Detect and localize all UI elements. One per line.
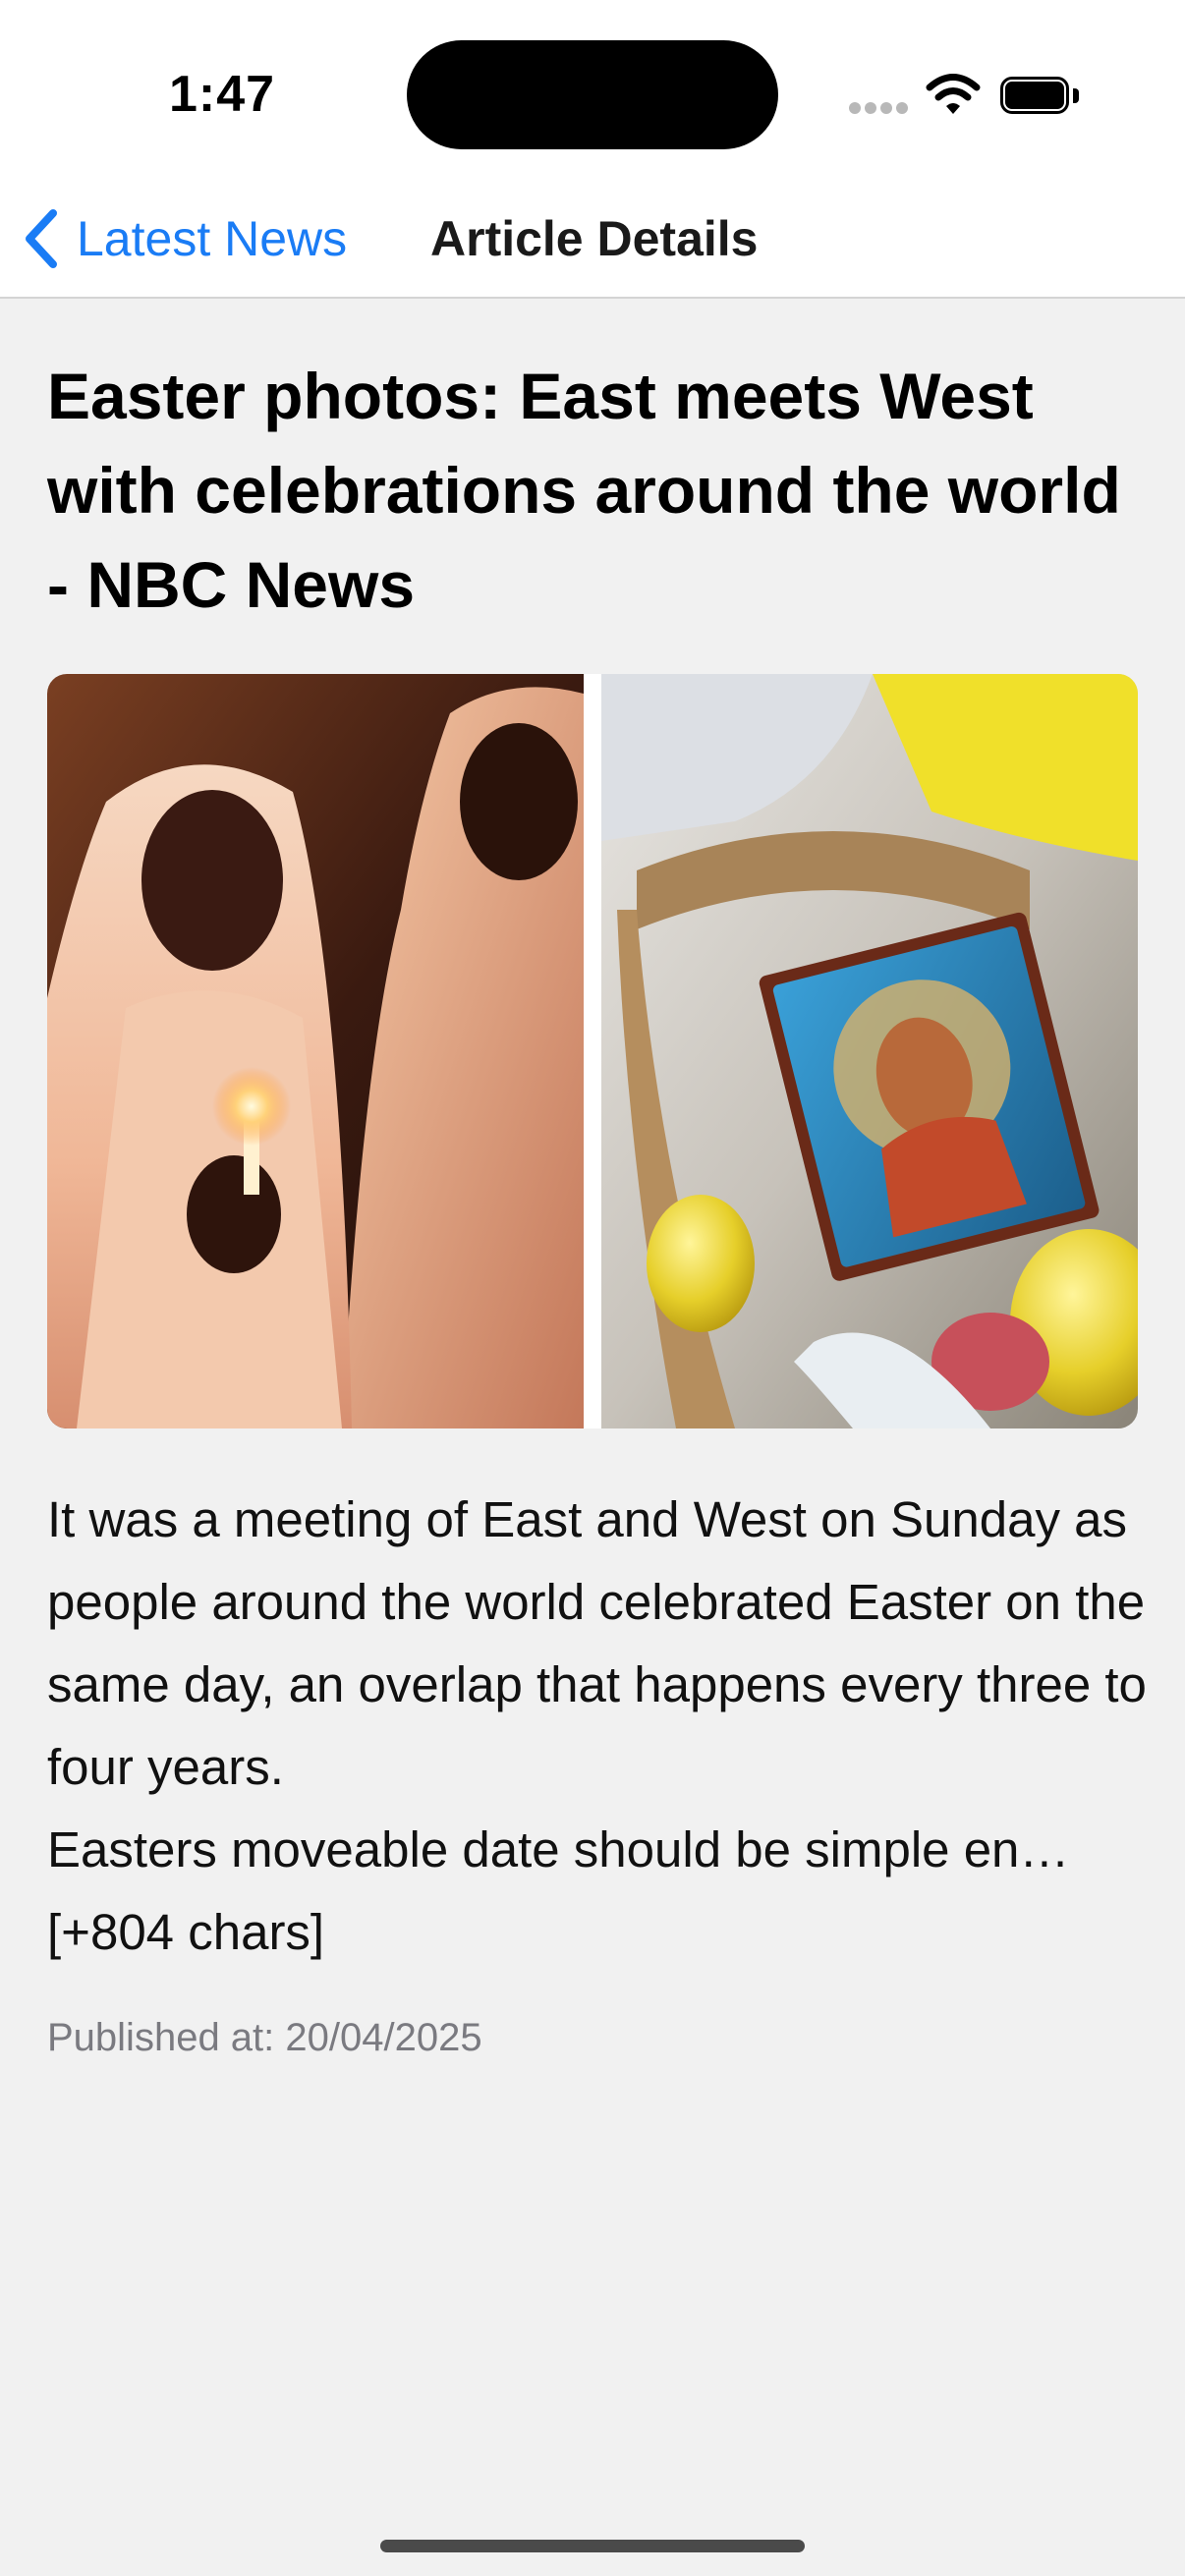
chevron-left-icon xyxy=(26,209,57,268)
status-time: 1:47 xyxy=(169,66,276,123)
back-button-label: Latest News xyxy=(77,211,348,266)
page-title: Article Details xyxy=(430,211,759,266)
signal-icon xyxy=(849,102,908,116)
published-date: Published at: 20/04/2025 xyxy=(47,2016,482,2059)
article-header: Easter photos: East meets West with cele… xyxy=(47,349,1138,632)
back-button[interactable]: Latest News xyxy=(20,204,347,273)
wifi-icon xyxy=(926,74,981,114)
dynamic-island xyxy=(407,40,778,149)
home-indicator[interactable] xyxy=(380,2540,805,2552)
article-title: Easter photos: East meets West with cele… xyxy=(47,360,1121,621)
top-bar: 1:47 Latest News Article Details xyxy=(0,0,1185,299)
article-photo xyxy=(47,674,1138,1428)
article-description: It was a meeting of East and West on Sun… xyxy=(47,1491,1147,1960)
battery-icon xyxy=(1000,77,1081,116)
article-image xyxy=(47,674,1138,1428)
